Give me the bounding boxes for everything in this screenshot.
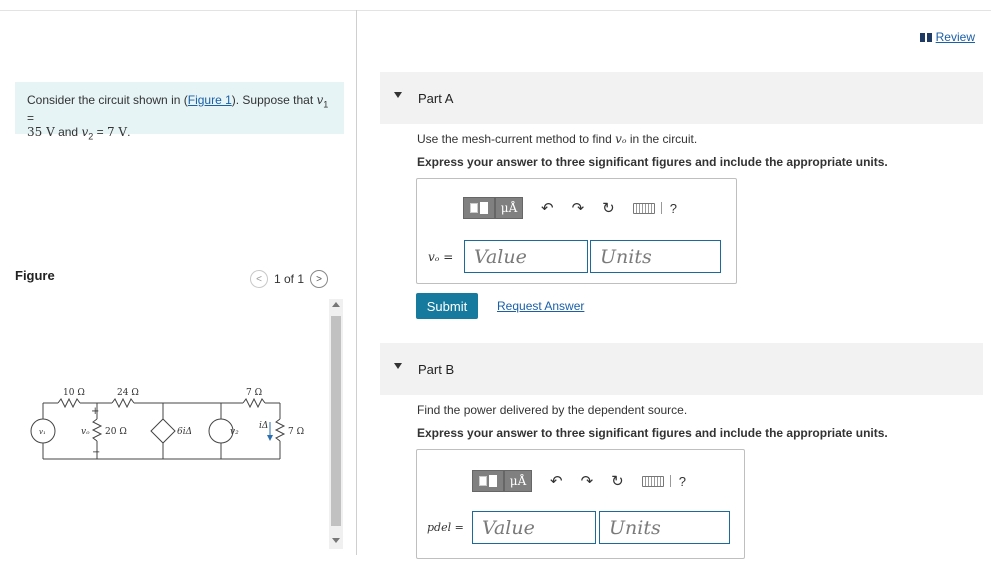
- part-b-format-note: Express your answer to three significant…: [417, 426, 888, 440]
- keyboard-icon[interactable]: [641, 475, 664, 487]
- bookmark-icon: [919, 32, 932, 42]
- figure-title: Figure: [15, 268, 55, 283]
- scrollbar-thumb[interactable]: [331, 316, 341, 526]
- part-a-instruction: Use the mesh-current method to find vₒ i…: [417, 132, 698, 146]
- part-b-header[interactable]: Part B: [380, 343, 983, 395]
- part-b-title: Part B: [418, 361, 455, 377]
- label-v1: v₁: [39, 428, 46, 436]
- part-a-title: Part A: [418, 90, 454, 106]
- part-a-answer-box: μÅ ↶ ↷ ↻ ? vₒ = Value Units: [416, 178, 737, 284]
- pdel-label: pdel =: [427, 521, 464, 534]
- collapse-triangle-icon: [394, 363, 402, 369]
- vo-label: vₒ =: [428, 250, 454, 264]
- request-answer-link[interactable]: Request Answer: [497, 299, 584, 313]
- units-button[interactable]: μÅ: [495, 197, 523, 219]
- label-r7: 7 Ω: [288, 427, 304, 437]
- scroll-down-icon[interactable]: [332, 538, 340, 543]
- circuit-diagram: 10 Ω 24 Ω 7 Ω 20 Ω 7 Ω v₁ vₒ + − 6iΔ v₂ …: [30, 388, 304, 460]
- label-dependent: 6iΔ: [177, 427, 192, 437]
- redo-icon[interactable]: ↷: [581, 472, 594, 490]
- redo-icon[interactable]: ↷: [572, 199, 585, 217]
- review-link[interactable]: Review: [919, 30, 975, 44]
- part-b-toolbar: μÅ ↶ ↷ ↻ ?: [472, 470, 686, 492]
- label-idelta: iΔ: [259, 421, 268, 431]
- keyboard-icon[interactable]: [632, 202, 655, 214]
- undo-icon[interactable]: ↶: [550, 472, 563, 490]
- help-icon[interactable]: ?: [679, 474, 686, 489]
- units-button[interactable]: μÅ: [504, 470, 532, 492]
- reset-icon[interactable]: ↻: [602, 199, 615, 217]
- pager-label: 1 of 1: [274, 272, 305, 286]
- collapse-triangle-icon: [394, 92, 402, 98]
- label-vo: vₒ: [81, 427, 90, 437]
- label-minus: −: [92, 447, 100, 458]
- submit-button[interactable]: Submit: [416, 293, 478, 319]
- units-input[interactable]: Units: [599, 511, 730, 544]
- label-plus: +: [91, 406, 99, 417]
- part-b-instruction: Find the power delivered by the dependen…: [417, 403, 688, 417]
- undo-icon[interactable]: ↶: [541, 199, 554, 217]
- units-input[interactable]: Units: [590, 240, 721, 273]
- top-divider: [0, 10, 991, 11]
- pane-divider: [356, 10, 357, 555]
- reset-icon[interactable]: ↻: [611, 472, 624, 490]
- part-a-format-note: Express your answer to three significant…: [417, 155, 888, 169]
- part-a-toolbar: μÅ ↶ ↷ ↻ ?: [463, 197, 677, 219]
- chevron-left-icon[interactable]: <: [250, 270, 268, 288]
- problem-statement: Consider the circuit shown in (Figure 1)…: [15, 82, 344, 142]
- value-input[interactable]: Value: [464, 240, 588, 273]
- chevron-right-icon[interactable]: >: [310, 270, 329, 288]
- templates-button[interactable]: [463, 197, 495, 219]
- scroll-up-icon[interactable]: [332, 302, 340, 307]
- review-label: Review: [935, 30, 975, 44]
- figure-pager: < 1 of 1 >: [250, 270, 329, 288]
- label-r20: 20 Ω: [105, 427, 127, 437]
- figure-link[interactable]: Figure 1: [188, 93, 232, 107]
- label-v2: v₂: [230, 427, 239, 437]
- part-a-header[interactable]: Part A: [380, 72, 983, 124]
- part-b-answer-box: μÅ ↶ ↷ ↻ ? pdel = Value Units: [416, 449, 745, 559]
- templates-button[interactable]: [472, 470, 504, 492]
- label-r7-top: 7 Ω: [246, 388, 262, 398]
- label-r10: 10 Ω: [63, 388, 85, 398]
- value-input[interactable]: Value: [472, 511, 596, 544]
- help-icon[interactable]: ?: [670, 201, 677, 216]
- label-r24: 24 Ω: [117, 388, 139, 398]
